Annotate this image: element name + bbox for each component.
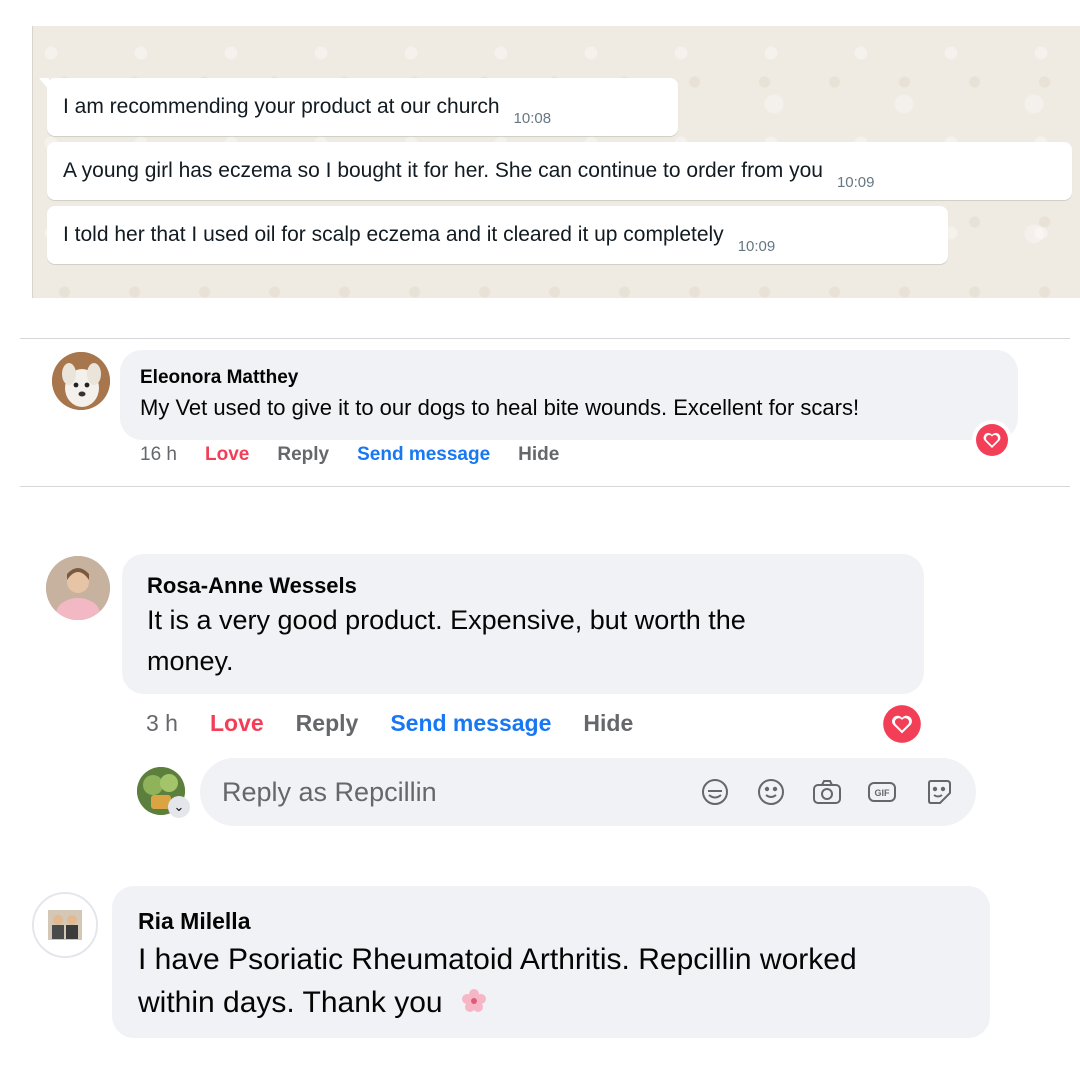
comment-text: money. <box>147 646 234 676</box>
chat-message: I told her that I used oil for scalp ecz… <box>47 206 948 264</box>
heart-icon[interactable] <box>972 420 1012 460</box>
cherry-blossom-icon <box>461 989 486 1012</box>
bubble-tail <box>39 78 49 90</box>
dog-photo-icon <box>52 352 110 410</box>
chat-message: A young girl has eczema so I bought it f… <box>47 142 1072 200</box>
camera-icon[interactable] <box>810 775 844 809</box>
comment-actions: 16 h Love Reply Send message Hide <box>140 444 587 466</box>
reply-button[interactable]: Reply <box>296 710 359 737</box>
avatar[interactable] <box>46 556 110 620</box>
message-time: 10:08 <box>513 110 552 127</box>
comment-actions: 3 h Love Reply Send message Hide <box>146 710 665 737</box>
hide-button[interactable]: Hide <box>518 444 559 466</box>
love-button[interactable]: Love <box>210 710 264 737</box>
message-time: 10:09 <box>737 238 776 255</box>
heart-icon[interactable] <box>878 700 926 748</box>
send-message-button[interactable]: Send message <box>390 710 551 737</box>
couple-photo-icon <box>34 894 96 956</box>
chat-message: I am recommending your product at our ch… <box>39 78 678 136</box>
comment-time[interactable]: 3 h <box>146 710 178 737</box>
divider <box>20 338 1070 339</box>
gif-label: GIF <box>875 788 891 798</box>
message-text: I told her that I used oil for scalp ecz… <box>63 223 724 246</box>
message-text: A young girl has eczema so I bought it f… <box>63 159 823 182</box>
commenter-name[interactable]: Rosa-Anne Wessels <box>147 573 357 599</box>
love-button[interactable]: Love <box>205 444 249 466</box>
sticker-icon[interactable] <box>922 775 956 809</box>
comment-text: It is a very good product. Expensive, bu… <box>147 605 746 635</box>
person-photo-icon <box>46 556 110 620</box>
chevron-down-icon[interactable]: ⌄ <box>168 796 190 818</box>
avatar-sticker-icon[interactable] <box>698 775 732 809</box>
commenter-name[interactable]: Ria Milella <box>138 908 250 935</box>
send-message-button[interactable]: Send message <box>357 444 490 466</box>
reply-button[interactable]: Reply <box>277 444 329 466</box>
whatsapp-chat-panel: I am recommending your product at our ch… <box>32 26 1080 298</box>
comment-text: within days. Thank you <box>138 986 443 1019</box>
avatar[interactable] <box>32 892 98 958</box>
avatar[interactable] <box>52 352 110 410</box>
comment-time[interactable]: 16 h <box>140 444 177 466</box>
emoji-icon[interactable] <box>754 775 788 809</box>
reply-input-placeholder[interactable]: Reply as Repcillin <box>222 777 437 808</box>
comment-text-line: within days. Thank you <box>138 986 489 1020</box>
hide-button[interactable]: Hide <box>583 710 633 737</box>
message-time: 10:09 <box>836 174 875 191</box>
comment-text: My Vet used to give it to our dogs to he… <box>140 395 860 420</box>
comment-text: I have Psoriatic Rheumatoid Arthritis. R… <box>138 943 857 976</box>
commenter-name[interactable]: Eleonora Matthey <box>140 367 298 389</box>
message-text: I am recommending your product at our ch… <box>63 95 500 118</box>
divider <box>20 486 1070 487</box>
gif-icon[interactable]: GIF <box>865 775 899 809</box>
